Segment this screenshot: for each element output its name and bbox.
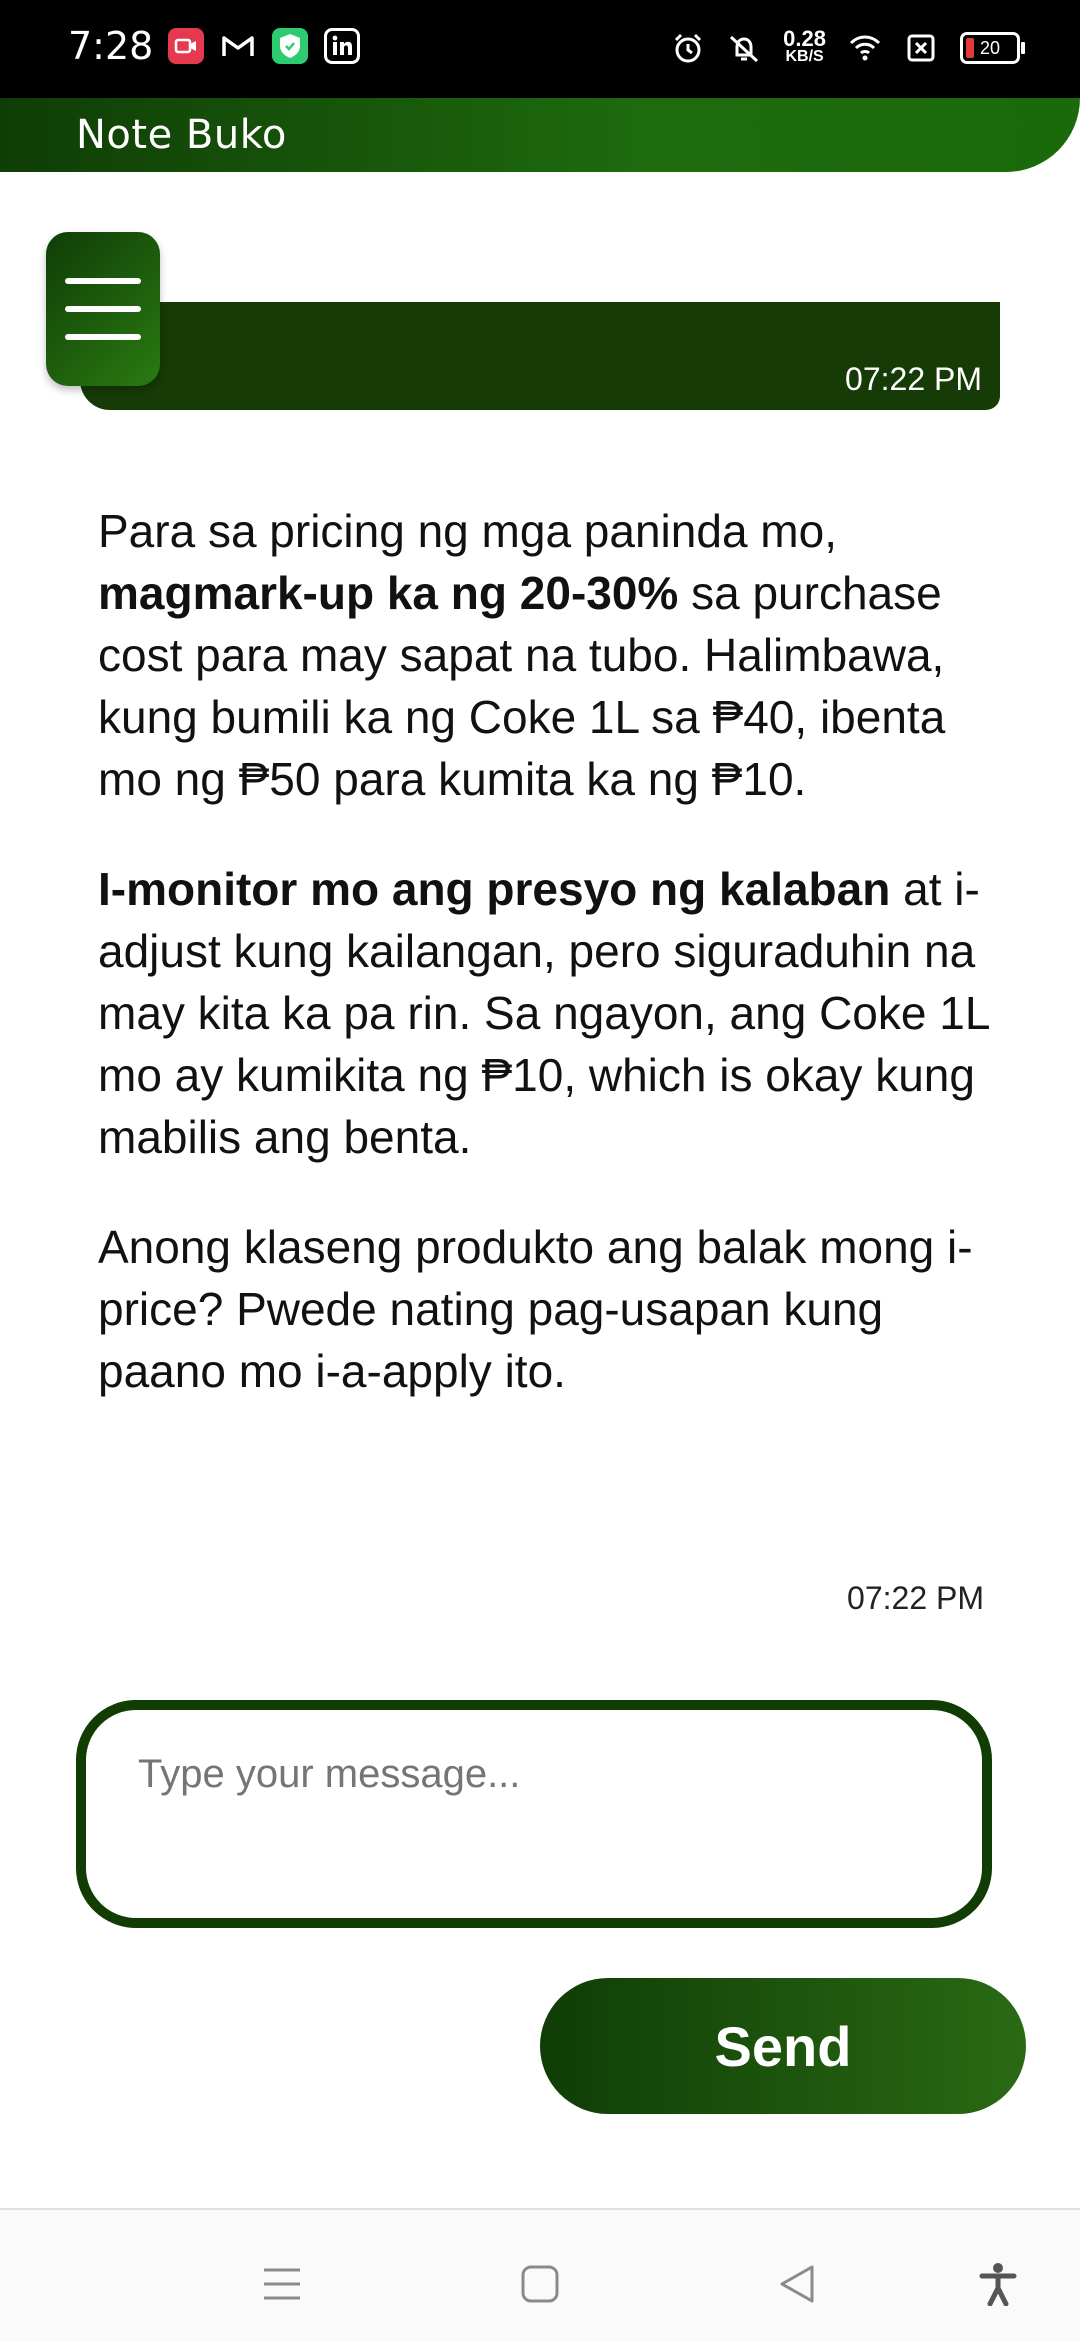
message-time: 07:22 PM [847,1580,984,1616]
app-bar: Note Buko [0,98,1080,172]
message-paragraph: Anong klaseng produkto ang balak mong i-… [98,1221,973,1397]
linkedin-icon [324,28,360,64]
recent-apps-icon[interactable] [260,2262,304,2306]
shield-app-icon [272,28,308,64]
message-input-container [76,1700,992,1928]
message-input[interactable] [136,1750,940,1874]
message-time: 07:22 PM [845,361,982,397]
gmail-icon [220,28,256,64]
system-nav-bar [0,2208,1080,2342]
message-paragraph: Para sa pricing ng mga paninda mo, magma… [98,505,946,805]
accessibility-icon[interactable] [976,2262,1020,2306]
silent-bell-icon [730,35,759,63]
menu-button[interactable] [46,232,160,386]
previous-message-bubble: 07:22 PM [80,302,1000,410]
no-sim-icon [907,34,935,62]
video-app-icon [168,28,204,64]
battery-icon: 20 [960,32,1025,64]
status-bar: 7:28 0.28 KB/S 20 [0,0,1080,98]
send-button[interactable]: Send [540,1978,1026,2114]
hamburger-icon [65,278,141,284]
status-time: 7:28 [68,24,154,68]
network-speed: 0.28 KB/S [783,26,826,66]
message-paragraph: I-monitor mo ang presyo ng kalaban at i-… [98,863,989,1163]
wifi-icon [849,35,881,61]
back-icon[interactable] [776,2262,820,2306]
home-icon[interactable] [518,2262,562,2306]
app-title: Note Buko [76,112,287,158]
alarm-icon [675,33,702,63]
battery-level: 20 [979,37,1001,58]
assistant-message: Para sa pricing ng mga paninda mo, magma… [98,500,998,1450]
